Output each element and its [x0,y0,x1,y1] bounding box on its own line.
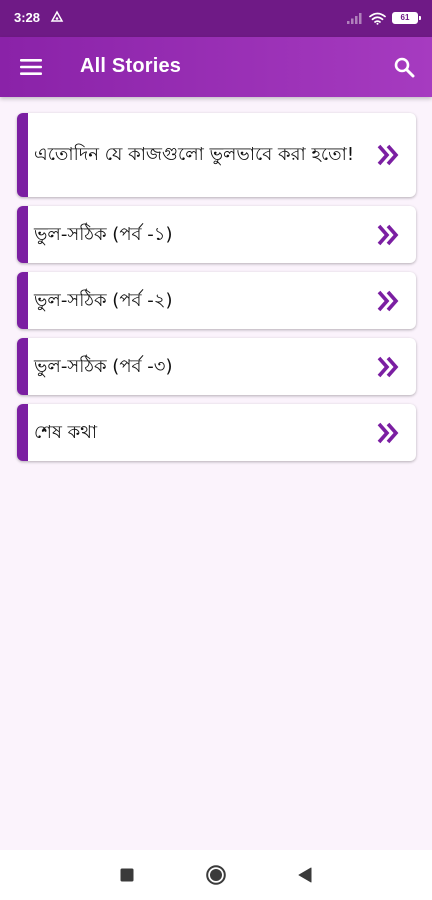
back-button[interactable] [293,863,317,887]
status-time: 3:28 [14,10,41,25]
recents-button[interactable] [115,863,139,887]
square-icon [120,868,134,882]
signal-icon [347,13,362,24]
page-title: All Stories [80,55,182,77]
story-item[interactable]: এতোদিন যে কাজগুলো ভুলভাবে করা হতো! [17,113,416,197]
menu-button[interactable] [12,49,50,85]
story-title: ভুল-সঠিক (পর্ব -১) [34,223,173,245]
story-title: ভুল-সঠিক (পর্ব -২) [34,289,173,311]
battery-level: 61 [393,13,417,23]
status-bar: 3:28 61 [0,0,432,37]
double-chevron-right-icon [377,290,399,311]
story-item[interactable]: ভুল-সঠিক (পর্ব -২) [17,272,416,329]
story-title: ভুল-সঠিক (পর্ব -৩) [34,355,173,377]
double-chevron-right-icon [377,422,399,443]
story-item[interactable]: ভুল-সঠিক (পর্ব -৩) [17,338,416,395]
circle-icon [206,865,226,885]
menu-icon [20,59,42,75]
story-title: শেষ কথা [34,421,98,443]
search-button[interactable] [386,49,422,85]
status-indicators: 61 [347,11,421,25]
story-title: এতোদিন যে কাজগুলো ভুলভাবে করা হতো! [34,144,355,165]
story-list: এতোদিন যে কাজগুলো ভুলভাবে করা হতো! ভুল-স… [17,113,416,470]
story-item[interactable]: শেষ কথা [17,404,416,461]
double-chevron-right-icon [377,224,399,245]
notification-icon [50,10,64,22]
double-chevron-right-icon [377,356,399,377]
navigation-bar [0,850,432,900]
double-chevron-right-icon [377,144,399,166]
battery-icon: 61 [392,12,421,24]
triangle-back-icon [298,867,312,883]
story-item[interactable]: ভুল-সঠিক (পর্ব -১) [17,206,416,263]
wifi-icon [369,12,386,25]
search-icon [394,57,414,77]
home-button[interactable] [204,863,228,887]
app-bar: All Stories [0,37,432,97]
